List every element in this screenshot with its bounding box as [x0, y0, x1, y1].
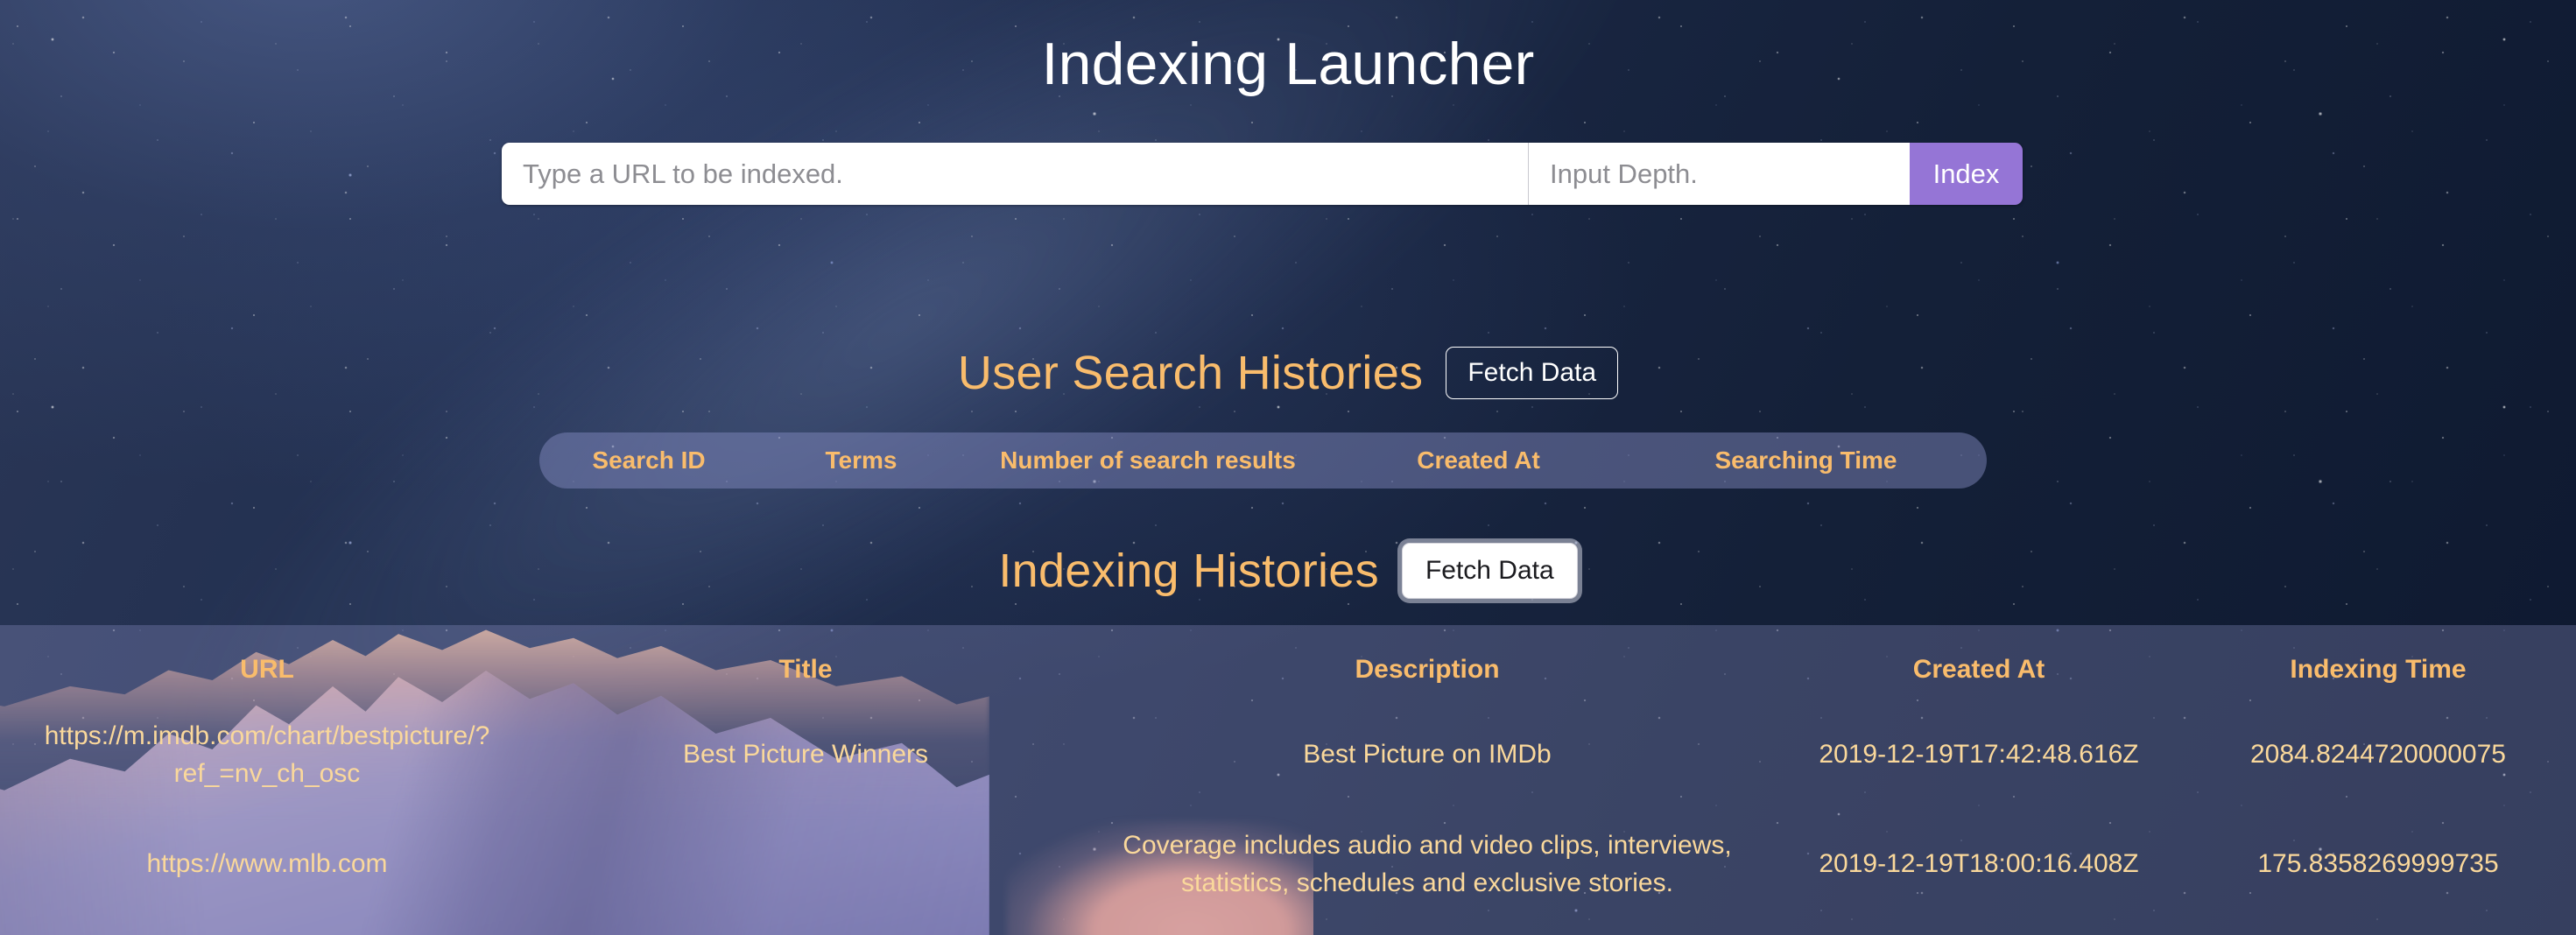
cell-created-at: 2019-12-19T17:42:48.616Z	[1819, 740, 2139, 770]
column-header-created-at: Created At	[1417, 446, 1540, 474]
table-row: https://m.imdb.com/chart/bestpicture/?re…	[0, 700, 2576, 810]
table-row: https://www.mlb.com Coverage includes au…	[0, 810, 2576, 919]
user-search-histories-title: User Search Histories	[957, 347, 1424, 399]
column-header-title: Title	[778, 655, 833, 684]
cell-indexing-time: 175.8358269999735	[2257, 849, 2499, 879]
index-button[interactable]: Index	[1910, 143, 2023, 205]
column-header-searching-time: Searching Time	[1714, 446, 1897, 474]
cell-indexing-time: 2084.8244720000075	[2250, 740, 2506, 770]
fetch-search-histories-button[interactable]: Fetch Data	[1446, 347, 1619, 399]
column-header-description: Description	[1355, 655, 1500, 684]
page-content: Indexing Launcher Index User Search Hist…	[0, 0, 2576, 935]
cell-title: Best Picture Winners	[682, 740, 929, 770]
cell-created-at: 2019-12-19T18:00:16.408Z	[1819, 849, 2139, 879]
cell-url: https://m.imdb.com/chart/bestpicture/?re…	[44, 721, 490, 788]
index-search-bar: Index	[502, 143, 2023, 205]
search-histories-table-header: Search ID Terms Number of search results…	[539, 432, 1987, 489]
column-header-url: URL	[240, 655, 294, 684]
column-header-indexing-time: Indexing Time	[2290, 655, 2467, 684]
fetch-indexing-histories-button[interactable]: Fetch Data	[1401, 543, 1578, 599]
cell-description: Best Picture on IMDb	[1303, 740, 1552, 770]
column-header-number-of-search-results: Number of search results	[1000, 446, 1296, 474]
column-header-terms: Terms	[825, 446, 897, 474]
column-header-search-id: Search ID	[592, 446, 706, 474]
cell-description: Coverage includes audio and video clips,…	[1123, 830, 1732, 897]
depth-input[interactable]	[1529, 143, 1910, 205]
table-header-row: URL Title Description Created At Indexin…	[0, 639, 2576, 700]
user-search-histories-header: User Search Histories Fetch Data	[0, 346, 2576, 400]
indexing-histories-title: Indexing Histories	[998, 545, 1379, 597]
indexing-histories-header: Indexing Histories Fetch Data	[0, 543, 2576, 599]
page-title: Indexing Launcher	[1041, 31, 1535, 97]
indexing-histories-table: URL Title Description Created At Indexin…	[0, 639, 2576, 919]
column-header-created-at: Created At	[1912, 655, 2045, 684]
cell-url: https://www.mlb.com	[146, 849, 388, 879]
url-input[interactable]	[502, 143, 1529, 205]
